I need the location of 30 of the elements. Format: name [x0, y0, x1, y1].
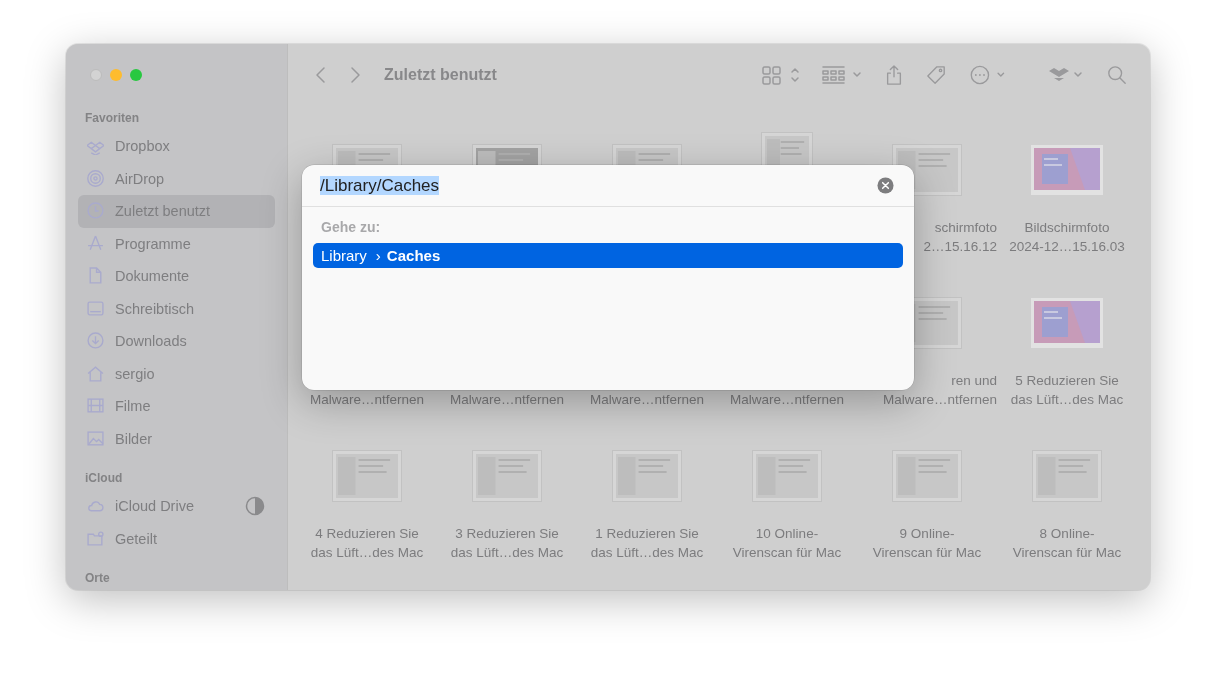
file-name: Malware…ntfernen — [589, 391, 705, 409]
selected-path-text: /Library/Caches — [320, 175, 440, 195]
file-name: Virenscan für Mac — [732, 544, 842, 562]
file-name: 4 Reduzieren Sie — [315, 525, 419, 543]
file-name: ren und — [951, 372, 997, 390]
file-name: das Lüft…des Mac — [310, 544, 424, 562]
file-name: Malware…ntfernen — [882, 391, 997, 409]
file-name: das Lüft…des Mac — [590, 544, 704, 562]
file-name: 5 Reduzieren Sie — [1015, 372, 1119, 390]
file-name: Malware…ntfernen — [309, 391, 425, 409]
section-heading: iCloud — [84, 470, 124, 486]
window-title: Zuletzt benutzt — [384, 66, 497, 84]
file-name: 8 Online- — [1039, 525, 1095, 543]
file-name: Malware…ntfernen — [449, 391, 565, 409]
file-name: 9 Online- — [899, 525, 955, 543]
section-label: Gehe zu: — [320, 219, 382, 235]
section-heading: Favoriten — [84, 110, 140, 126]
file-name: 2…15.16.12 — [923, 238, 997, 256]
file-name: Malware…ntfernen — [729, 391, 845, 409]
file-name: Bildschirmfoto — [1024, 219, 1110, 237]
section-heading: Orte — [84, 570, 111, 586]
file-name: 2024-12…15.16.03 — [1009, 238, 1125, 256]
file-name: 10 Online- — [755, 525, 819, 543]
file-name: das Lüft…des Mac — [450, 544, 564, 562]
file-name: 3 Reduzieren Sie — [455, 525, 559, 543]
file-name: Virenscan für Mac — [1012, 544, 1122, 562]
file-name: schirmfoto — [934, 219, 997, 237]
file-name: 1 Reduzieren Sie — [595, 525, 699, 543]
file-name: Virenscan für Mac — [872, 544, 982, 562]
file-name: das Lüft…des Mac — [1010, 391, 1124, 409]
